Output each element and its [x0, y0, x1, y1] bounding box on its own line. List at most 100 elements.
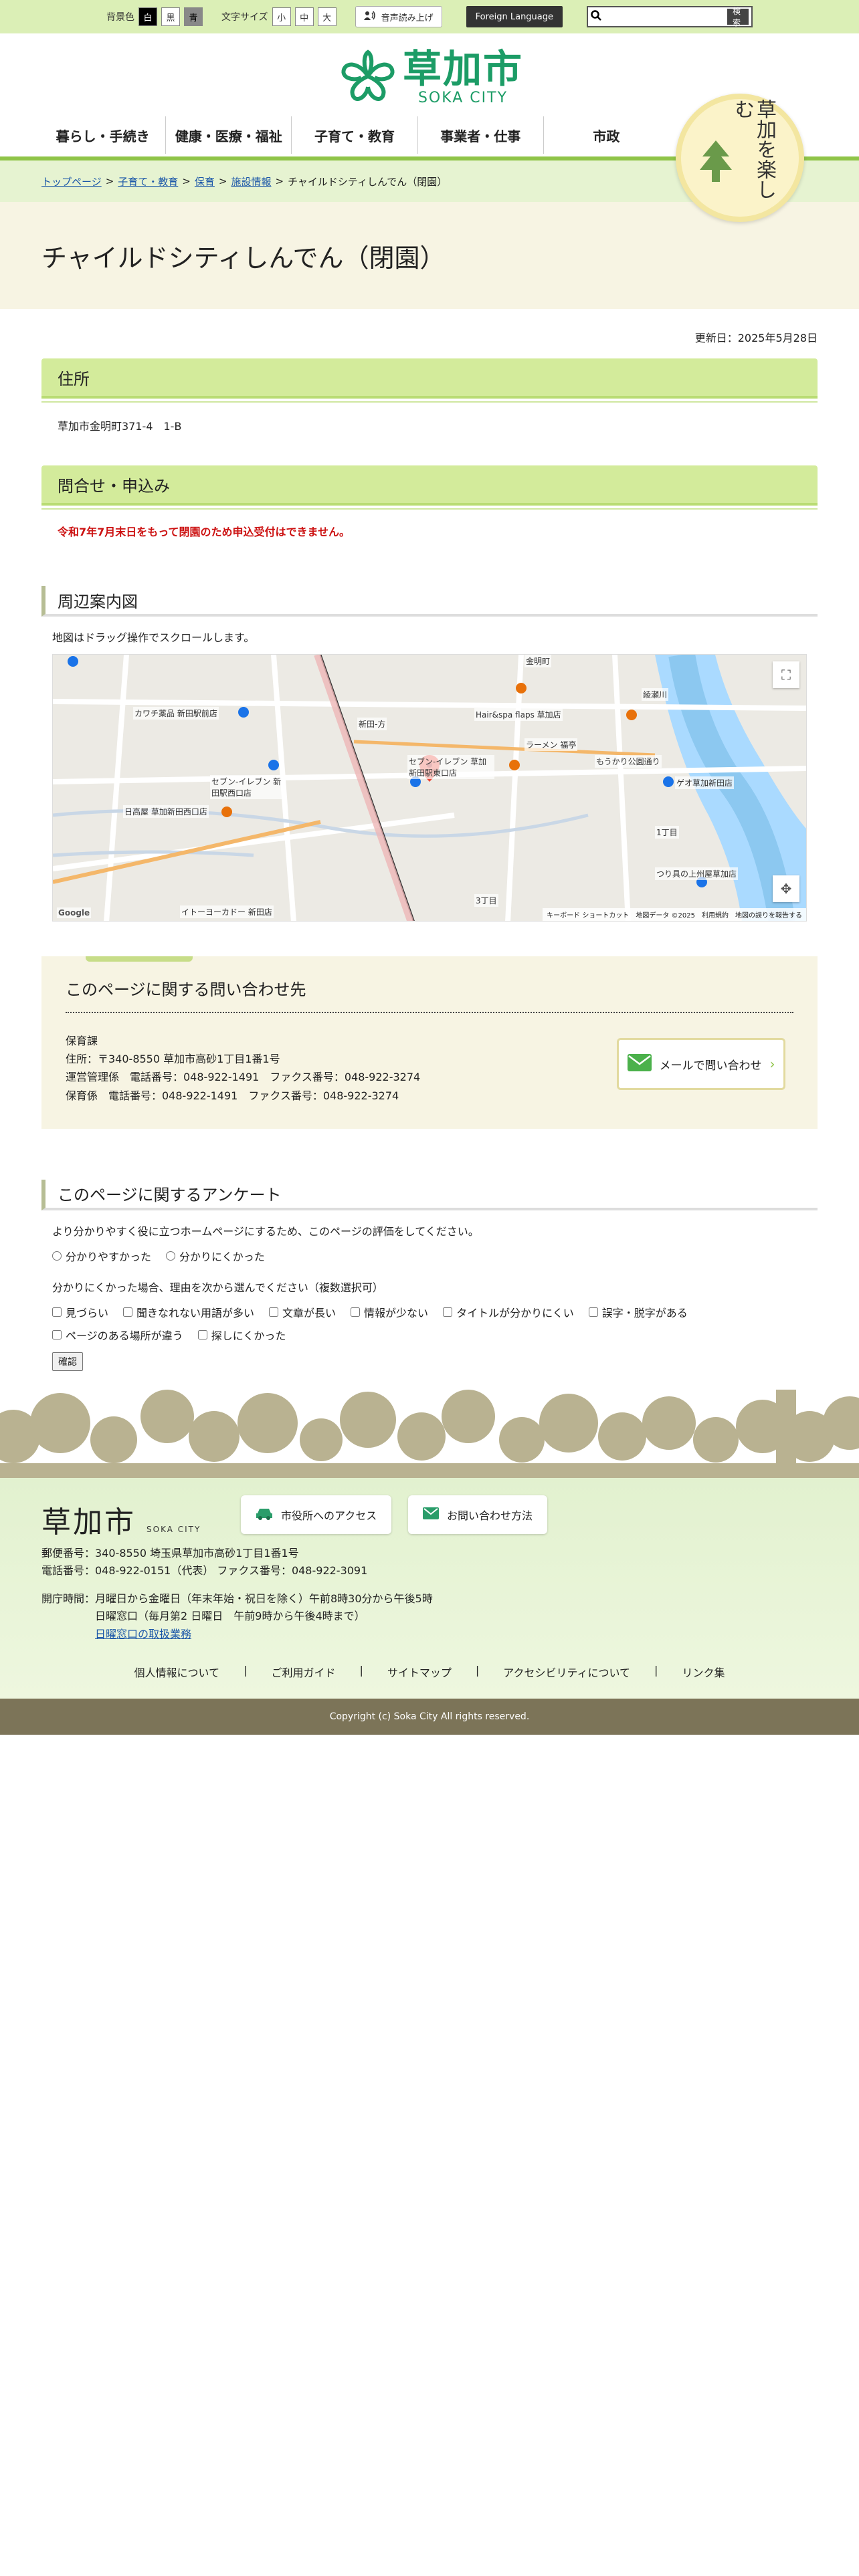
footer-links: 個人情報について | ご利用ガイド | サイトマップ | アクセシビリティについ… — [0, 1664, 859, 1680]
logo-japanese: 草加市 — [402, 45, 523, 92]
map-keyboard-shortcuts[interactable]: キーボード ショートカット — [547, 909, 629, 920]
reason-option[interactable]: 情報が少ない — [351, 1304, 428, 1320]
reason-checkbox[interactable] — [351, 1307, 361, 1317]
footer-link-links[interactable]: リンク集 — [682, 1664, 725, 1680]
search-input[interactable] — [601, 8, 728, 25]
enjoy-soka-badge[interactable]: 草加を楽しむ — [676, 94, 804, 222]
map-label: 綾瀬川 — [642, 688, 669, 701]
reason-checkbox[interactable] — [197, 1329, 207, 1339]
nav-item-city-govt[interactable]: 市政 — [544, 116, 669, 154]
background-color-label: 背景色 — [106, 12, 134, 23]
read-aloud-button[interactable]: 音声読み上げ — [355, 6, 442, 27]
mail-inquiry-button[interactable]: メールで問い合わせ › — [617, 1038, 785, 1090]
breadcrumb-separator: > — [105, 175, 114, 187]
reason-option[interactable]: 見づらい — [52, 1304, 108, 1320]
bg-black-button[interactable]: 黒 — [161, 7, 180, 26]
footer-link-guide[interactable]: ご利用ガイド — [271, 1664, 335, 1680]
footer-hours: 開庁時間：月曜日から金曜日（年末年始・祝日を除く）午前8時30分から午後5時 日… — [41, 1590, 433, 1643]
map-note: 地図はドラッグ操作でスクロールします。 — [52, 631, 255, 644]
reason-option-label: 探しにくかった — [211, 1329, 286, 1342]
nav-item-health[interactable]: 健康・医療・福祉 — [166, 116, 292, 154]
footer-link-separator: | — [475, 1664, 480, 1677]
reason-option[interactable]: 文章が長い — [269, 1304, 336, 1320]
site-header: 草加市 SOKA CITY 暮らし・手続き 健康・医療・福祉 子育て・教育 事業… — [0, 33, 859, 222]
fullscreen-icon: ⛶ — [781, 667, 791, 683]
reason-option-label: タイトルが分かりにくい — [456, 1306, 574, 1319]
text-size-label: 文字サイズ — [221, 12, 268, 23]
reason-checkbox[interactable] — [123, 1307, 133, 1317]
survey-question-2: 分かりにくかった場合、理由を次から選んでください（複数選択可） — [52, 1281, 383, 1294]
foreign-language-button[interactable]: Foreign Language — [466, 6, 563, 27]
reason-option[interactable]: 聞きなれない用語が多い — [123, 1304, 254, 1320]
rating-option[interactable]: 分かりにくかった — [166, 1248, 265, 1264]
reason-option[interactable]: ページのある場所が違う — [52, 1327, 183, 1343]
utility-bar: 背景色 白 黒 青 文字サイズ 小 中 大 音声読み上げ Foreign Lan… — [0, 0, 859, 33]
bg-white-button[interactable]: 白 — [138, 7, 157, 26]
reason-checkbox[interactable] — [52, 1329, 62, 1339]
nav-item-living[interactable]: 暮らし・手続き — [40, 116, 167, 154]
reason-checkbox[interactable] — [269, 1307, 279, 1317]
footer-link-separator: | — [244, 1664, 248, 1677]
breadcrumb-link-top[interactable]: トップページ — [41, 175, 102, 189]
survey-section: このページに関するアンケート より分かりやすく役に立つホームページにするため、こ… — [41, 1179, 818, 1383]
breadcrumb-separator: > — [275, 175, 284, 187]
reason-checkbox[interactable] — [443, 1307, 453, 1317]
footer-link-separator: | — [359, 1664, 363, 1677]
rating-option-label: 分かりにくかった — [179, 1250, 265, 1263]
survey-heading: このページに関するアンケート — [41, 1179, 818, 1210]
breadcrumb-current: チャイルドシティしんでん（閉園） — [288, 175, 448, 188]
contact-method-button[interactable]: お問い合わせ方法 — [408, 1495, 548, 1534]
rating-radio[interactable] — [52, 1251, 62, 1261]
site-footer: 草加市 SOKA CITY 市役所へのアクセス お問い合わせ方法 郵便番号：34… — [0, 1478, 859, 1699]
logo-english: SOKA CITY — [417, 89, 508, 106]
contact-method-label: お問い合わせ方法 — [447, 1509, 533, 1522]
reason-option[interactable]: 誤字・脱字がある — [588, 1304, 688, 1320]
rating-radio[interactable] — [166, 1251, 176, 1261]
reason-options: 見づらい 聞きなれない用語が多い 文章が長い 情報が少ない タイトルが分かりにく… — [52, 1304, 807, 1343]
reason-checkbox[interactable] — [52, 1307, 62, 1317]
rating-option[interactable]: 分かりやすかった — [52, 1248, 151, 1264]
map-label: 日高屋 草加新田西口店 — [123, 805, 209, 818]
nav-item-business[interactable]: 事業者・仕事 — [418, 116, 544, 154]
text-size-large-button[interactable]: 大 — [317, 7, 337, 26]
nav-item-childcare[interactable]: 子育て・教育 — [292, 116, 418, 154]
map-label: セブン-イレブン 草加新田駅東口店 — [407, 755, 494, 779]
reason-option[interactable]: 探しにくかった — [197, 1327, 286, 1343]
breadcrumb-link-facility[interactable]: 施設情報 — [231, 175, 271, 189]
reason-checkbox[interactable] — [588, 1307, 598, 1317]
reason-option-label: 聞きなれない用語が多い — [136, 1306, 255, 1319]
access-button[interactable]: 市役所へのアクセス — [241, 1495, 392, 1534]
reason-option-label: ページのある場所が違う — [66, 1329, 183, 1342]
footer-link-sitemap[interactable]: サイトマップ — [387, 1664, 452, 1680]
breadcrumb-link-nursery[interactable]: 保育 — [195, 175, 215, 189]
footer-link-accessibility[interactable]: アクセシビリティについて — [503, 1664, 630, 1680]
reason-option-label: 情報が少ない — [364, 1306, 429, 1319]
updated-date: 更新日：2025年5月28日 — [694, 332, 818, 344]
bg-blue-button[interactable]: 青 — [183, 7, 203, 26]
map-pan-button[interactable]: ✥ — [773, 875, 799, 902]
footer-link-privacy[interactable]: 個人情報について — [134, 1664, 220, 1680]
text-size-medium-button[interactable]: 中 — [294, 7, 314, 26]
footer-tree-silhouette — [0, 1390, 859, 1483]
pan-icon: ✥ — [780, 881, 792, 897]
global-navigation: 暮らし・手続き 健康・医療・福祉 子育て・教育 事業者・仕事 市政 — [40, 116, 669, 154]
sunday-services-link[interactable]: 日曜窓口の取扱業務 — [95, 1628, 191, 1640]
background-color-selector: 背景色 白 黒 青 — [106, 7, 203, 26]
site-logo[interactable]: 草加市 SOKA CITY — [338, 44, 525, 111]
map-label: 金明町 — [524, 655, 552, 667]
envelope-icon — [423, 1507, 439, 1522]
search-button[interactable]: 検索 — [727, 7, 749, 27]
text-size-small-button[interactable]: 小 — [272, 7, 291, 26]
reason-option[interactable]: タイトルが分かりにくい — [443, 1304, 574, 1320]
area-map[interactable]: 新田-方 金明町 Hair&spa flaps 草加店 セブン-イレブン 草加新… — [52, 654, 807, 922]
map-terms-link[interactable]: 利用規約 — [702, 909, 729, 920]
survey-confirm-button[interactable]: 確認 — [52, 1352, 83, 1371]
map-label: ラーメン 福亭 — [524, 738, 578, 751]
rating-options: 分かりやすかった 分かりにくかった — [52, 1248, 807, 1264]
map-report-link[interactable]: 地図の誤りを報告する — [735, 909, 802, 920]
search-icon — [591, 10, 601, 23]
fullscreen-button[interactable]: ⛶ — [773, 661, 799, 688]
soka-emblem-icon — [340, 49, 396, 106]
breadcrumb-link-childcare[interactable]: 子育て・教育 — [118, 175, 178, 189]
rating-option-label: 分かりやすかった — [66, 1250, 152, 1263]
